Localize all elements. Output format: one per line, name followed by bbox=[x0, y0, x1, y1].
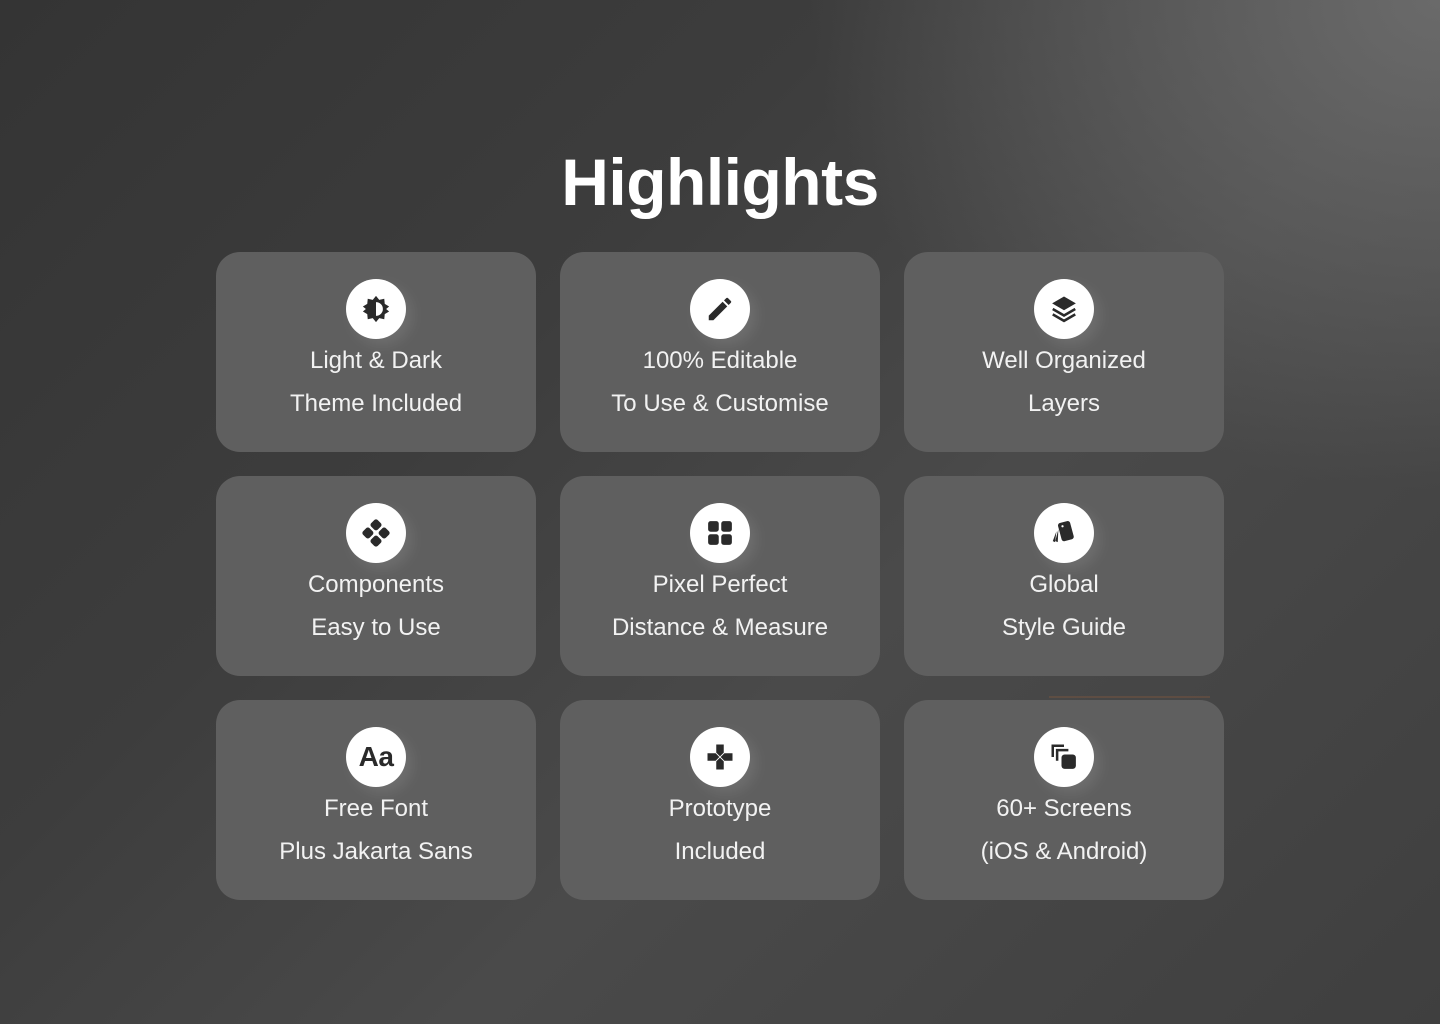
highlight-card: Light & Dark Theme Included bbox=[216, 252, 536, 452]
card-title: 60+ Screens bbox=[996, 795, 1132, 822]
card-title: Components bbox=[307, 571, 445, 598]
highlight-card: Well Organized Layers bbox=[904, 252, 1224, 452]
card-title: Light & Dark bbox=[309, 347, 443, 374]
layers-icon bbox=[1034, 279, 1094, 339]
card-title: 100% Editable bbox=[642, 347, 798, 374]
highlight-card: Global Style Guide bbox=[904, 476, 1224, 676]
card-subtitle: To Use & Customise bbox=[611, 390, 829, 417]
card-title: Global bbox=[1029, 571, 1099, 598]
card-subtitle: Plus Jakarta Sans bbox=[279, 838, 473, 865]
card-subtitle: Theme Included bbox=[289, 390, 463, 417]
gamepad-icon bbox=[690, 727, 750, 787]
swatches-icon bbox=[1034, 503, 1094, 563]
brightness-contrast-icon bbox=[346, 279, 406, 339]
highlight-card: Pixel Perfect Distance & Measure bbox=[560, 476, 880, 676]
card-title: Free Font bbox=[323, 795, 429, 822]
pencil-icon bbox=[690, 279, 750, 339]
card-subtitle: Layers bbox=[1027, 390, 1101, 417]
card-subtitle: Included bbox=[674, 838, 766, 865]
card-title: Pixel Perfect bbox=[652, 571, 788, 598]
page-title: Highlights bbox=[561, 145, 879, 220]
card-subtitle: Distance & Measure bbox=[611, 614, 829, 641]
card-title: Prototype bbox=[668, 795, 772, 822]
card-subtitle: (iOS & Android) bbox=[980, 838, 1148, 865]
highlight-card: Aa Free Font Plus Jakarta Sans bbox=[216, 700, 536, 900]
grid-icon bbox=[690, 503, 750, 563]
highlight-card: Prototype Included bbox=[560, 700, 880, 900]
card-subtitle: Easy to Use bbox=[311, 614, 441, 641]
highlights-grid: Light & Dark Theme Included 100% Editabl… bbox=[216, 252, 1224, 900]
components-icon bbox=[346, 503, 406, 563]
card-title: Well Organized bbox=[982, 347, 1146, 374]
font-icon: Aa bbox=[346, 727, 406, 787]
highlight-card: 100% Editable To Use & Customise bbox=[560, 252, 880, 452]
card-subtitle: Style Guide bbox=[1001, 614, 1127, 641]
font-icon-text: Aa bbox=[358, 741, 394, 772]
copy-screens-icon bbox=[1034, 727, 1094, 787]
highlight-card: Components Easy to Use bbox=[216, 476, 536, 676]
highlight-card: 60+ Screens (iOS & Android) bbox=[904, 700, 1224, 900]
